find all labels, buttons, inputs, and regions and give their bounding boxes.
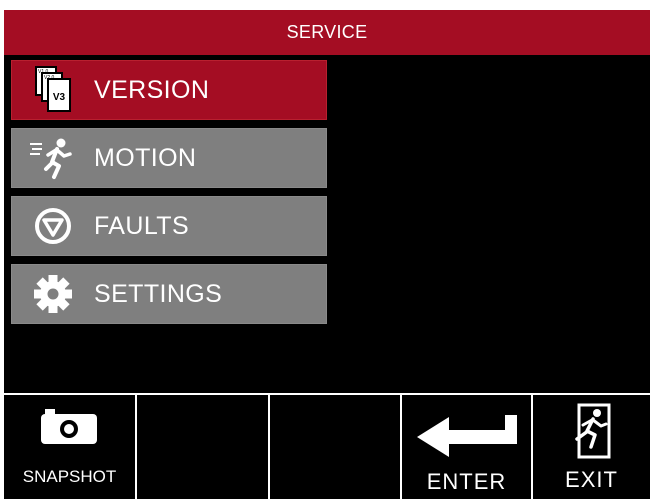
svg-text:V3: V3 (53, 92, 66, 103)
softkey-bar: SNAPSHOT ENTER EXIT (4, 393, 650, 499)
softkey-label: EXIT (565, 467, 618, 492)
camera-icon (39, 405, 99, 450)
menu-item-label: MOTION (94, 143, 197, 172)
running-person-icon (12, 128, 94, 188)
version-documents-icon: V1.0 V2.0 V3 (12, 60, 94, 120)
gear-icon (12, 264, 94, 324)
enter-arrow-icon (415, 413, 523, 462)
menu-item-label: FAULTS (94, 211, 190, 240)
menu-item-settings[interactable]: SETTINGS (11, 264, 327, 324)
menu-item-faults[interactable]: FAULTS (11, 196, 327, 256)
menu-item-label: SETTINGS (94, 279, 223, 308)
softkey-label: SNAPSHOT (22, 467, 117, 486)
title-bar: SERVICE (4, 10, 650, 55)
service-screen: SERVICE V1.0 V2.0 V3 VERSION MOTION FAUL… (4, 10, 650, 499)
menu-item-version[interactable]: V1.0 V2.0 V3 VERSION (11, 60, 327, 120)
page-title: SERVICE (286, 22, 368, 42)
svg-text:V2.0: V2.0 (44, 75, 55, 81)
softkey-label: ENTER (426, 469, 507, 494)
menu-item-label: VERSION (94, 75, 210, 104)
blank-softkey-1[interactable] (137, 395, 270, 499)
blank-softkey-2[interactable] (270, 395, 402, 499)
enter-softkey[interactable]: ENTER (402, 395, 533, 499)
snapshot-softkey[interactable]: SNAPSHOT (4, 395, 137, 499)
exit-door-icon (571, 403, 613, 464)
exit-softkey[interactable]: EXIT (533, 395, 650, 499)
menu-item-motion[interactable]: MOTION (11, 128, 327, 188)
fault-triangle-circle-icon (12, 196, 94, 256)
